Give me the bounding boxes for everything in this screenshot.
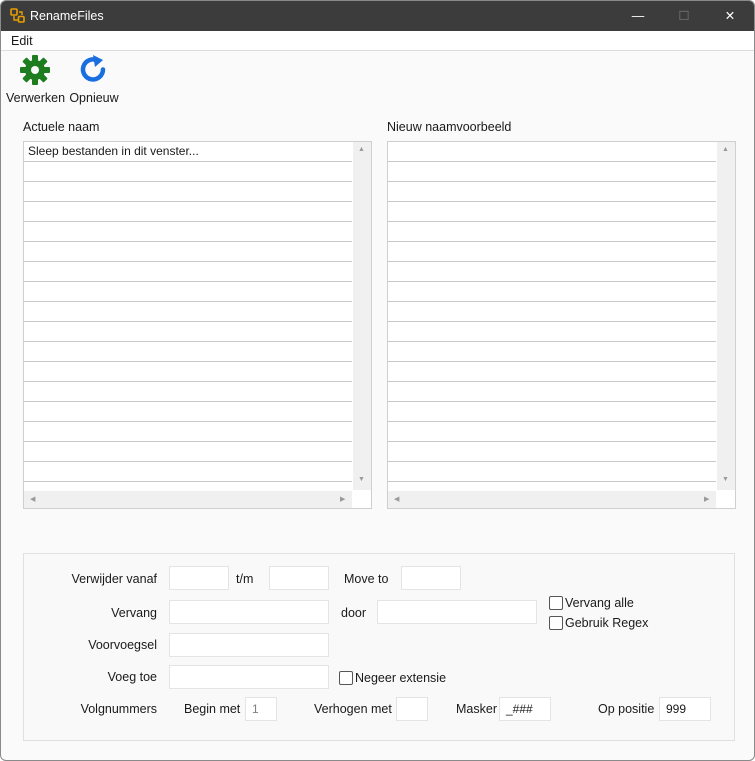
list-item [388, 402, 716, 422]
remove-to-input[interactable] [269, 566, 329, 590]
list-item [388, 242, 716, 262]
use-regex-label[interactable]: Gebruik Regex [565, 616, 648, 630]
list-item [24, 402, 352, 422]
list-item [388, 282, 716, 302]
list-item [24, 302, 352, 322]
list-item [388, 322, 716, 342]
replace-all-label[interactable]: Vervang alle [565, 596, 634, 610]
start-with-label: Begin met [184, 702, 241, 716]
list-item [388, 302, 716, 322]
list-item [388, 482, 716, 490]
list-item [24, 322, 352, 342]
toolbar: Verwerken Opnieuw [1, 51, 754, 107]
list-item [24, 482, 352, 490]
numbering-label: Volgnummers [80, 702, 157, 716]
list-item [24, 442, 352, 462]
scroll-left-icon[interactable]: ◀ [30, 495, 35, 503]
list-item [388, 222, 716, 242]
list-item [388, 342, 716, 362]
horizontal-scrollbar[interactable]: ◀ ▶ [388, 491, 716, 508]
replace-label: Vervang [111, 606, 157, 620]
mask-input[interactable]: _### [499, 697, 551, 721]
maximize-button[interactable]: ☐ [661, 1, 707, 31]
list-item [24, 282, 352, 302]
list-item [24, 242, 352, 262]
ignore-extension-checkbox[interactable] [339, 671, 353, 685]
list-item [388, 182, 716, 202]
list-item [388, 162, 716, 182]
scroll-left-icon[interactable]: ◀ [394, 495, 399, 503]
position-input[interactable]: 999 [659, 697, 711, 721]
gear-icon [20, 55, 50, 85]
start-with-input[interactable]: 1 [245, 697, 277, 721]
scroll-right-icon[interactable]: ▶ [340, 495, 345, 503]
list-item [24, 422, 352, 442]
horizontal-scrollbar[interactable]: ◀ ▶ [24, 491, 352, 508]
list-item [388, 202, 716, 222]
increment-label: Verhogen met [314, 702, 392, 716]
replace-all-checkbox[interactable] [549, 596, 563, 610]
current-name-list[interactable]: Sleep bestanden in dit venster... ▲ ▼ ◀ [23, 141, 372, 509]
append-input[interactable] [169, 665, 329, 689]
window-title: RenameFiles [30, 9, 104, 23]
reset-button-label: Opnieuw [69, 91, 119, 105]
increment-input[interactable] [396, 697, 428, 721]
process-button-label: Verwerken [6, 91, 66, 105]
app-icon [10, 8, 25, 23]
list-item [24, 222, 352, 242]
scroll-down-icon[interactable]: ▼ [358, 476, 365, 483]
remove-from-label: Verwijder vanaf [71, 572, 157, 586]
list-item [388, 262, 716, 282]
remove-from-input[interactable] [169, 566, 229, 590]
scroll-up-icon[interactable]: ▲ [358, 146, 365, 153]
list-item [388, 362, 716, 382]
list-item [24, 462, 352, 482]
prefix-label: Voorvoegsel [88, 638, 157, 652]
reset-button[interactable]: Opnieuw [67, 53, 121, 105]
list-item [24, 202, 352, 222]
menu-edit[interactable]: Edit [11, 34, 33, 48]
prefix-input[interactable] [169, 633, 329, 657]
ignore-extension-label[interactable]: Negeer extensie [355, 671, 446, 685]
list-item [24, 162, 352, 182]
list-item [388, 422, 716, 442]
preview-name-header: Nieuw naamvoorbeeld [387, 120, 512, 134]
by-label: door [341, 606, 367, 620]
list-item [24, 182, 352, 202]
current-name-header: Actuele naam [23, 120, 100, 134]
append-label: Voeg toe [107, 670, 157, 684]
use-regex-checkbox[interactable] [549, 616, 563, 630]
replace-with-input[interactable] [377, 600, 537, 624]
vertical-scrollbar[interactable]: ▲ ▼ [353, 142, 371, 490]
scroll-corner [717, 491, 735, 508]
app-window: RenameFiles — ☐ ✕ Edit Verwerken Opnieuw… [0, 0, 755, 761]
list-item: Sleep bestanden in dit venster... [24, 142, 352, 162]
minimize-button[interactable]: — [615, 1, 661, 31]
list-item [388, 462, 716, 482]
list-item [24, 362, 352, 382]
title-bar[interactable]: RenameFiles — ☐ ✕ [1, 1, 754, 31]
process-button[interactable]: Verwerken [6, 53, 66, 105]
mask-label: Masker [456, 702, 497, 716]
menu-bar: Edit [1, 31, 754, 51]
list-item [388, 442, 716, 462]
refresh-icon [80, 55, 106, 82]
list-item [388, 382, 716, 402]
list-item [388, 142, 716, 162]
list-item [24, 382, 352, 402]
move-to-label: Move to [344, 572, 389, 586]
preview-name-list[interactable]: ▲ ▼ ◀ ▶ [387, 141, 736, 509]
list-item [24, 262, 352, 282]
vertical-scrollbar[interactable]: ▲ ▼ [717, 142, 735, 490]
list-item [24, 342, 352, 362]
scroll-up-icon[interactable]: ▲ [722, 146, 729, 153]
position-label: Op positie [598, 702, 655, 716]
close-button[interactable]: ✕ [707, 1, 753, 31]
move-to-input[interactable] [401, 566, 461, 590]
scroll-down-icon[interactable]: ▼ [722, 476, 729, 483]
scroll-right-icon[interactable]: ▶ [704, 495, 709, 503]
replace-input[interactable] [169, 600, 329, 624]
scroll-corner [353, 491, 371, 508]
to-label: t/m [236, 572, 254, 586]
